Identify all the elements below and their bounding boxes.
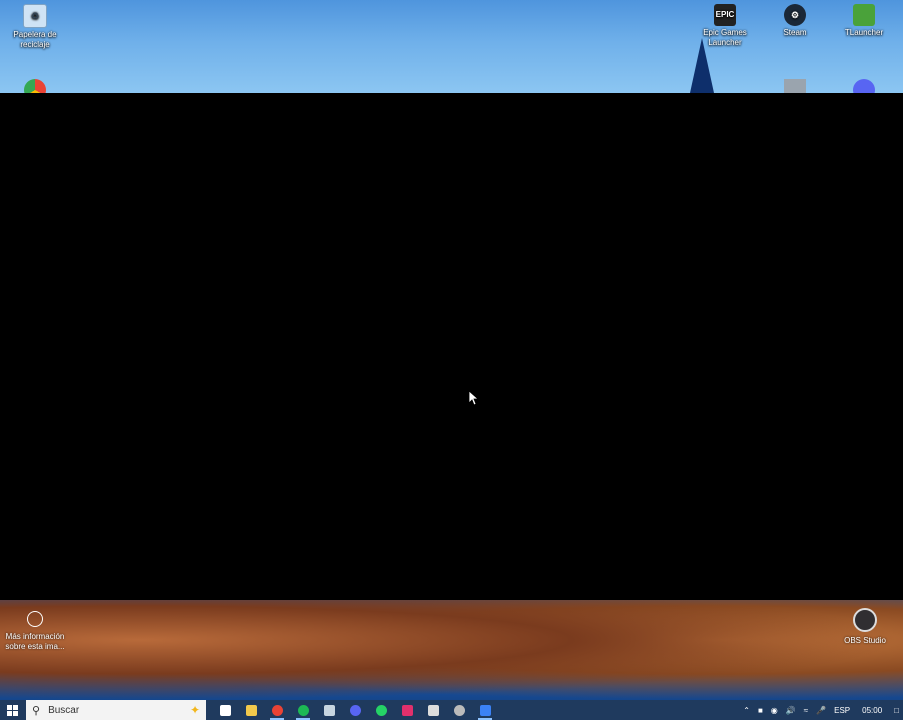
desktop-icon-label: Papelera de reciclaje <box>13 30 57 49</box>
network-icon[interactable]: ■ <box>754 706 767 715</box>
chrome-icon <box>271 704 283 716</box>
search-placeholder: Buscar <box>48 704 80 716</box>
taskbar-app-discord[interactable] <box>342 700 368 720</box>
desktop-icon-tlauncher[interactable]: TLauncher <box>829 0 899 38</box>
volume-icon[interactable]: 🔊 <box>782 706 800 715</box>
search-icon: ⚲ <box>32 704 41 717</box>
taskbar-app-obs[interactable] <box>446 700 472 720</box>
info-icon <box>27 611 43 627</box>
wifi-icon[interactable]: ≈ <box>800 706 812 715</box>
notifications-icon[interactable]: □ <box>890 706 903 715</box>
taskbar-app-spotify[interactable] <box>290 700 316 720</box>
steam-icon <box>323 704 335 716</box>
recycle-bin-icon: ♻ <box>23 4 47 28</box>
desktop-icon-label: Epic Games Launcher <box>703 28 747 47</box>
language-indicator[interactable]: ESP <box>830 706 854 715</box>
image-icon <box>784 79 806 93</box>
chrome-icon <box>24 79 46 93</box>
microphone-icon[interactable]: 🎤 <box>812 706 830 715</box>
desktop-icon-recycle-bin[interactable]: ♻ Papelera de reciclaje <box>0 0 70 50</box>
desktop-icon-discord[interactable] <box>853 79 875 93</box>
taskbar-apps <box>212 700 498 720</box>
file-explorer-icon <box>245 704 257 716</box>
taskbar-app-whatsapp[interactable] <box>368 700 394 720</box>
desktop-icon-image[interactable] <box>784 79 806 93</box>
taskbar-app-epic-games[interactable] <box>420 700 446 720</box>
system-tray: ⌃ ■ ◉ 🔊 ≈ 🎤 ESP 05:00 □ <box>739 700 903 720</box>
clock[interactable]: 05:00 <box>854 706 890 715</box>
desktop-icon-chrome[interactable] <box>24 79 46 93</box>
desktop-icon-label: Steam <box>783 28 807 37</box>
desktop-icon-more-info[interactable]: Más información sobre esta ima... <box>0 608 70 652</box>
roblox-studio-icon <box>479 704 491 716</box>
taskbar-app-roblox-studio[interactable] <box>472 700 498 720</box>
whatsapp-icon <box>375 704 387 716</box>
epic-games-icon <box>427 704 439 716</box>
mouse-cursor-icon <box>468 390 478 406</box>
instagram-icon <box>401 704 413 716</box>
taskbar-app-chrome[interactable] <box>264 700 290 720</box>
task-view-icon <box>219 704 231 716</box>
desktop-wallpaper-bottom <box>0 600 903 700</box>
obs-icon <box>453 704 465 716</box>
taskbar-app-steam[interactable] <box>316 700 342 720</box>
desktop-icon-epic-games[interactable]: EPIC Epic Games Launcher <box>690 0 760 48</box>
desktop-icon-obs-studio[interactable]: OBS Studio <box>830 606 900 646</box>
camera-icon[interactable]: ◉ <box>767 706 782 715</box>
chevron-up-icon[interactable]: ⌃ <box>739 706 754 715</box>
black-app-window[interactable] <box>0 93 903 600</box>
taskbar-app-file-explorer[interactable] <box>238 700 264 720</box>
start-button[interactable] <box>0 700 24 720</box>
steam-icon: ⚙ <box>784 4 806 26</box>
discord-icon <box>349 704 361 716</box>
taskbar-app-task-view[interactable] <box>212 700 238 720</box>
obs-studio-icon <box>853 608 877 632</box>
desktop-icon-label: Más información sobre esta ima... <box>5 632 65 651</box>
desktop-icon-label: OBS Studio <box>844 636 886 645</box>
spotify-icon <box>297 704 309 716</box>
desktop-icon-label: TLauncher <box>844 28 884 37</box>
tlauncher-icon <box>853 4 875 26</box>
taskbar-app-instagram[interactable] <box>394 700 420 720</box>
windows-logo-icon <box>6 704 18 716</box>
taskbar-search-box[interactable]: ⚲ Buscar ✦ <box>26 700 206 720</box>
taskbar: ⚲ Buscar ✦ ⌃ ■ ◉ 🔊 ≈ 🎤 ESP 05:00 □ <box>0 700 903 720</box>
sparkle-icon: ✦ <box>189 703 200 717</box>
discord-icon <box>853 79 875 93</box>
desktop-icon-steam[interactable]: ⚙ Steam <box>760 0 830 38</box>
epic-games-icon: EPIC <box>714 4 736 26</box>
